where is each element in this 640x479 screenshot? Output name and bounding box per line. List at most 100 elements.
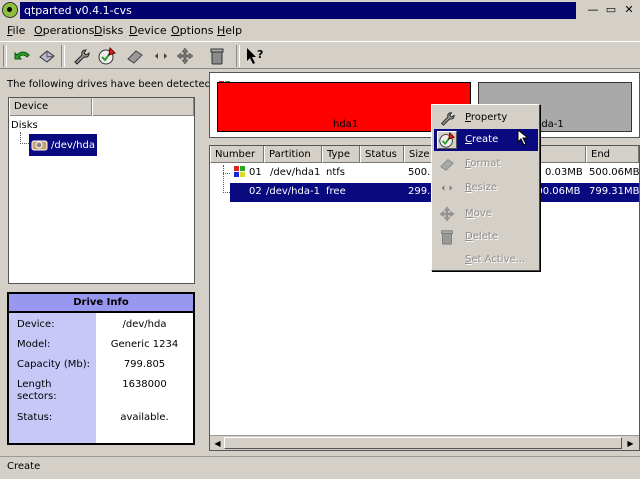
create-icon [98, 46, 116, 65]
device-tree[interactable]: Device Disks /dev/hda [8, 97, 195, 284]
table-row[interactable]: 01 /dev/hda1 ntfs 500.0 0.03MB 500.06MB [210, 164, 639, 183]
resize-icon [155, 53, 167, 59]
menu-options[interactable]: Options [171, 24, 213, 37]
undo-button[interactable] [12, 45, 34, 67]
cell-end: 799.31MB [589, 186, 640, 197]
drive-info-label: Capacity (Mb): [17, 359, 91, 370]
drive-info-title: Drive Info [9, 294, 193, 312]
drive-info-value: 1638000 [122, 379, 167, 390]
format-button[interactable] [124, 45, 146, 67]
column-status[interactable]: Status [360, 146, 404, 163]
tree-node-label: /dev/hda [51, 139, 95, 151]
toolbar-handle[interactable] [3, 45, 7, 67]
close-button[interactable]: ✕ [621, 3, 637, 17]
tree-root-disks[interactable]: Disks [11, 120, 38, 131]
detected-drives-label: The following drives have been detected: [7, 79, 215, 90]
whats-this-button[interactable]: ? [244, 45, 266, 67]
menu-help[interactable]: Help [217, 24, 242, 37]
menu-bar: File Operations Disks Device Options Hel… [0, 21, 640, 41]
drive-info-label: Device: [17, 319, 55, 330]
status-text: Create [7, 461, 41, 472]
cell-type: free [326, 186, 346, 197]
scrollbar-thumb[interactable] [224, 437, 622, 449]
drive-info-label-column [9, 313, 96, 443]
cell-end: 500.06MB [589, 167, 640, 178]
drive-info-body: Device: /dev/hda Model: Generic 1234 Cap… [9, 313, 193, 443]
trash-icon [437, 228, 457, 246]
menu-item-property[interactable]: Property [434, 107, 538, 129]
drive-info-value: available. [120, 412, 169, 423]
scroll-right-icon[interactable]: ▶ [624, 437, 637, 450]
menu-item-delete[interactable]: Delete [434, 226, 538, 248]
scroll-left-icon[interactable]: ◀ [211, 437, 224, 450]
tree-node-hda[interactable]: /dev/hda [29, 134, 97, 156]
wrench-icon [74, 49, 90, 65]
trash-icon [210, 48, 224, 65]
drive-info-value: /dev/hda [122, 319, 167, 330]
tree-connector [20, 132, 29, 144]
toolbar-handle-2 [61, 45, 65, 67]
commit-button[interactable] [36, 45, 58, 67]
partition-map: hda1 hda-1 [209, 72, 640, 138]
partition-table[interactable]: Number Partition Type Status Size Start … [209, 145, 640, 451]
column-partition[interactable]: Partition [264, 146, 322, 163]
menu-device[interactable]: Device [129, 24, 167, 37]
cell-partition: /dev/hda-1 [266, 186, 320, 197]
horizontal-scrollbar[interactable]: ◀ ▶ [210, 435, 639, 450]
drive-info-label: Model: [17, 339, 51, 350]
menu-item-set-active[interactable]: Set Active... [434, 249, 538, 271]
menu-file[interactable]: File [7, 24, 25, 37]
menu-item-move[interactable]: Move [434, 203, 538, 225]
drive-info-panel: Drive Info Device: /dev/hda Model: Gener… [7, 292, 195, 445]
minimize-button[interactable]: — [585, 3, 601, 17]
commit-icon [39, 50, 55, 63]
create-button[interactable] [96, 45, 118, 67]
menu-operations[interactable]: Operations [34, 24, 95, 37]
tree-column-device[interactable]: Device [9, 98, 92, 116]
column-number[interactable]: Number [210, 146, 264, 163]
tree-header: Device [9, 98, 194, 116]
whats-this-icon: ? [247, 48, 263, 64]
move-icon [437, 205, 457, 223]
drive-info-label: Status: [17, 412, 53, 423]
windows-icon [233, 166, 247, 181]
menu-item-resize[interactable]: Resize [434, 177, 538, 199]
table-row-selected[interactable]: 02 /dev/hda-1 free 299.2 500.06MB 799.31… [210, 183, 639, 202]
undo-icon [14, 51, 30, 60]
eraser-icon [437, 155, 457, 173]
cell-number: 01 [249, 167, 262, 178]
partition-block-label: hda1 [333, 119, 359, 130]
toolbar-handle-3 [236, 45, 240, 67]
title-bar: qtparted v0.4.1-cvs — ▭ ✕ [0, 0, 640, 21]
column-end[interactable]: End [586, 146, 639, 163]
maximize-button[interactable]: ▭ [603, 3, 619, 17]
eraser-icon [127, 50, 143, 64]
toolbar: ? [0, 41, 640, 69]
drive-info-label: Length sectors: [17, 379, 57, 402]
move-button[interactable] [174, 45, 196, 67]
move-icon [176, 47, 194, 65]
svg-text:?: ? [257, 48, 263, 61]
app-logo-icon[interactable] [2, 2, 18, 18]
cell-partition: /dev/hda1 [270, 167, 321, 178]
resize-icon [437, 179, 457, 197]
wrench-icon [437, 109, 457, 127]
cell-start: 0.03MB [545, 167, 583, 178]
create-icon [437, 131, 457, 149]
property-button[interactable] [70, 45, 92, 67]
window-title: qtparted v0.4.1-cvs [20, 2, 576, 19]
delete-button[interactable] [206, 45, 228, 67]
cell-number: 02 [249, 186, 262, 197]
menu-disks[interactable]: Disks [94, 24, 123, 37]
resize-button[interactable] [150, 45, 172, 67]
tree-column-empty[interactable] [92, 98, 194, 116]
drive-info-value: 799.805 [123, 359, 166, 370]
cell-type: ntfs [326, 167, 345, 178]
table-header: Number Partition Type Status Size Start … [210, 146, 639, 163]
mouse-cursor-icon [517, 128, 533, 150]
menu-item-format[interactable]: Format [434, 153, 538, 175]
column-type[interactable]: Type [322, 146, 360, 163]
hard-disk-icon [31, 140, 48, 151]
status-bar: Create [0, 456, 640, 479]
drive-info-value: Generic 1234 [110, 339, 179, 350]
